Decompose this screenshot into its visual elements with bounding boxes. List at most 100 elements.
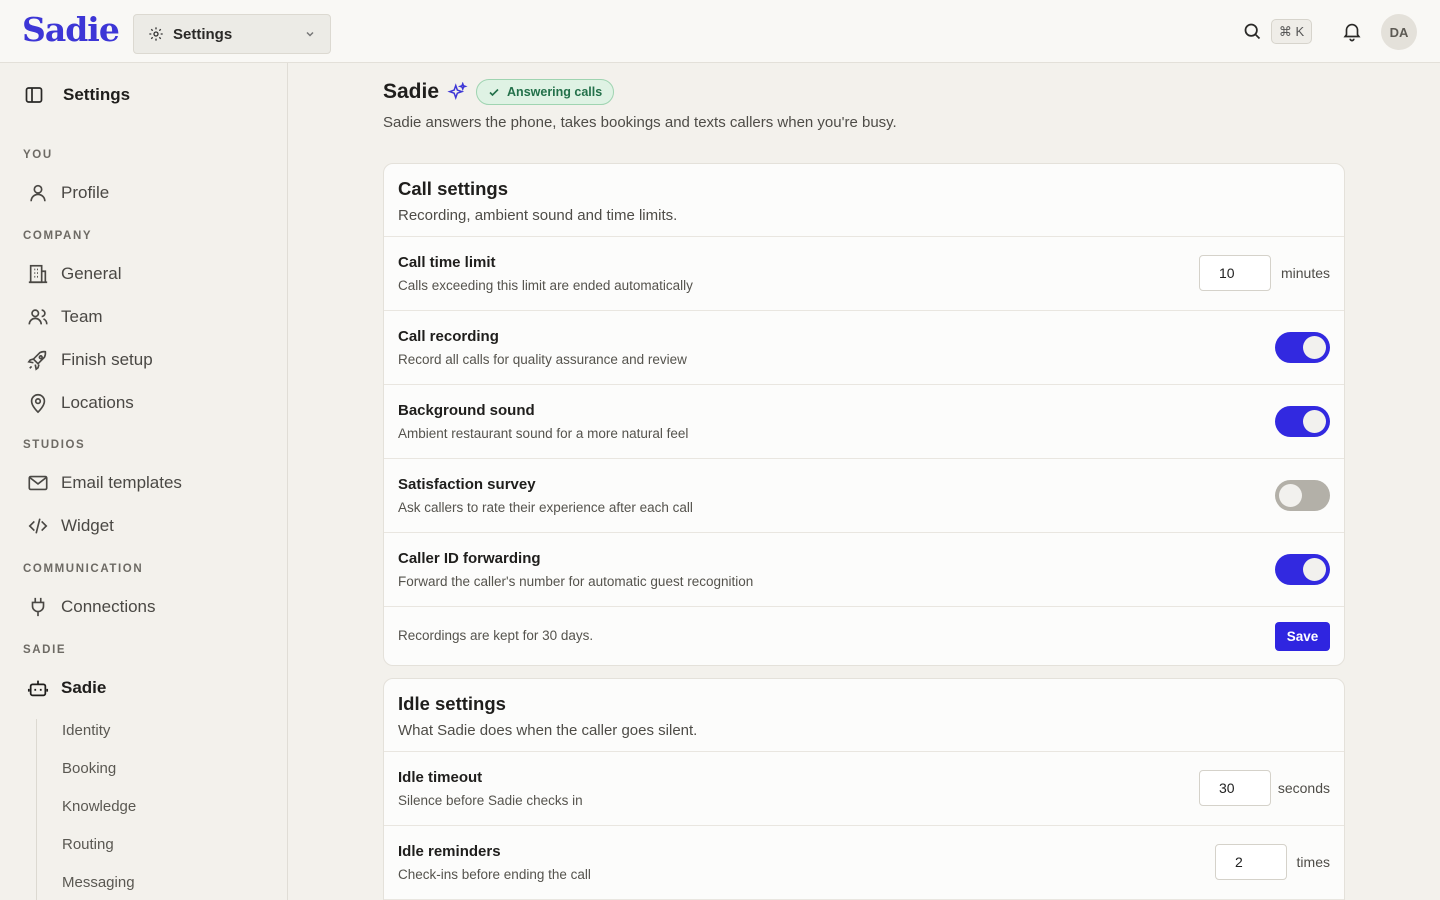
setting-row-call-recording: Call recording Record all calls for qual… xyxy=(384,311,1344,385)
bell-icon[interactable] xyxy=(1341,20,1363,42)
setting-title: Satisfaction survey xyxy=(398,476,536,493)
setting-title: Idle reminders xyxy=(398,843,501,860)
setting-row-caller-id-forwarding: Caller ID forwarding Forward the caller'… xyxy=(384,533,1344,607)
sidebar-item-label: Team xyxy=(61,307,103,326)
sidebar-item-profile[interactable]: Profile xyxy=(27,178,109,208)
setting-description: Record all calls for quality assurance a… xyxy=(398,352,687,367)
unit-label: seconds xyxy=(1277,780,1330,796)
sidebar-item-label: Locations xyxy=(61,393,134,412)
card-header: Idle settings What Sadie does when the c… xyxy=(384,679,1344,752)
card-footer: Recordings are kept for 30 days. Save xyxy=(384,607,1344,665)
section-label-sadie: SADIE xyxy=(23,644,67,656)
subnav-item-routing[interactable]: Routing xyxy=(62,836,114,853)
status-badge-label: Answering calls xyxy=(507,85,603,99)
card-description: Recording, ambient sound and time limits… xyxy=(398,207,678,224)
sidebar-item-label: Finish setup xyxy=(61,350,153,369)
sidebar-item-email-templates[interactable]: Email templates xyxy=(27,468,182,498)
sparkles-icon xyxy=(447,81,468,100)
users-icon xyxy=(28,309,48,325)
card-description: What Sadie does when the caller goes sil… xyxy=(398,722,698,739)
subnav-item-identity[interactable]: Identity xyxy=(62,722,110,739)
sidebar-item-connections[interactable]: Connections xyxy=(27,592,156,622)
setting-row-call-time-limit: Call time limit Calls exceeding this lim… xyxy=(384,237,1344,311)
section-label-communication: COMMUNICATION xyxy=(23,563,144,575)
call-settings-card: Call settings Recording, ambient sound a… xyxy=(383,163,1345,666)
page-subtitle: Sadie answers the phone, takes bookings … xyxy=(383,114,897,131)
mail-icon xyxy=(28,475,48,491)
user-icon xyxy=(30,184,46,202)
sidebar-toggle-icon[interactable] xyxy=(24,85,44,105)
toggle-knob xyxy=(1303,336,1326,359)
settings-dropdown-label: Settings xyxy=(173,25,233,43)
setting-description: Ambient restaurant sound for a more natu… xyxy=(398,426,689,441)
search-icon[interactable] xyxy=(1242,21,1263,42)
setting-description: Ask callers to rate their experience aft… xyxy=(398,500,693,515)
toggle-knob xyxy=(1303,410,1326,433)
rocket-icon xyxy=(27,350,47,371)
sidebar-item-label: Email templates xyxy=(61,473,182,492)
plug-icon xyxy=(31,597,45,617)
gear-icon xyxy=(149,27,163,41)
retention-note: Recordings are kept for 30 days. xyxy=(398,628,594,643)
sidebar-item-finish-setup[interactable]: Finish setup xyxy=(27,345,153,375)
section-label-you: YOU xyxy=(23,149,53,161)
setting-row-idle-reminders: Idle reminders Check-ins before ending t… xyxy=(384,826,1344,900)
toggle-knob xyxy=(1303,558,1326,581)
search-shortcut-hint: ⌘ K xyxy=(1271,19,1312,44)
sidebar-item-label: Sadie xyxy=(61,678,107,697)
sidebar-title: Settings xyxy=(63,85,131,104)
code-icon xyxy=(28,518,48,534)
user-avatar[interactable]: DA xyxy=(1381,14,1417,50)
setting-description: Silence before Sadie checks in xyxy=(398,793,583,808)
save-button[interactable]: Save xyxy=(1275,622,1330,651)
sidebar-item-widget[interactable]: Widget xyxy=(27,511,114,541)
toggle-knob xyxy=(1279,484,1302,507)
sidebar-item-general[interactable]: General xyxy=(27,259,121,289)
sidebar-item-label: Widget xyxy=(61,516,114,535)
setting-description: Calls exceeding this limit are ended aut… xyxy=(398,278,693,293)
card-header: Call settings Recording, ambient sound a… xyxy=(384,164,1344,237)
setting-title: Call recording xyxy=(398,328,499,345)
settings-dropdown[interactable]: Settings xyxy=(133,14,331,54)
subnav-item-knowledge[interactable]: Knowledge xyxy=(62,798,136,815)
idle-timeout-input[interactable]: 30 xyxy=(1199,770,1271,806)
call-time-limit-input[interactable]: 10 xyxy=(1199,255,1271,291)
app-logo[interactable]: Sadie xyxy=(22,10,120,49)
subnav-item-messaging[interactable]: Messaging xyxy=(62,874,135,891)
status-badge: Answering calls xyxy=(476,79,615,105)
setting-row-satisfaction-survey: Satisfaction survey Ask callers to rate … xyxy=(384,459,1344,533)
setting-description: Forward the caller's number for automati… xyxy=(398,574,754,589)
idle-reminders-input[interactable]: 2 xyxy=(1215,844,1287,880)
subnav-item-booking[interactable]: Booking xyxy=(62,760,116,777)
sidebar-item-label: Profile xyxy=(61,183,110,202)
unit-label: times xyxy=(1296,854,1330,870)
setting-row-idle-timeout: Idle timeout Silence before Sadie checks… xyxy=(384,752,1344,826)
map-pin-icon xyxy=(30,393,46,414)
building-icon xyxy=(28,264,48,284)
section-label-studios: STUDIOS xyxy=(23,439,86,451)
setting-title: Idle timeout xyxy=(398,769,483,786)
caller-id-forwarding-toggle[interactable] xyxy=(1275,554,1330,585)
sidebar-item-locations[interactable]: Locations xyxy=(27,388,134,418)
sidebar-item-team[interactable]: Team xyxy=(27,302,103,332)
setting-title: Caller ID forwarding xyxy=(398,550,541,567)
sidebar-header: Settings xyxy=(24,85,130,105)
unit-label: minutes xyxy=(1280,265,1330,281)
sidebar-item-label: General xyxy=(61,264,122,283)
chevron-down-icon xyxy=(306,31,314,37)
idle-settings-card: Idle settings What Sadie does when the c… xyxy=(383,678,1345,900)
top-bar: Sadie Settings ⌘ K DA xyxy=(0,0,1440,63)
sidebar-item-sadie[interactable]: Sadie xyxy=(27,673,106,703)
sidebar-item-label: Connections xyxy=(61,597,156,616)
setting-title: Call time limit xyxy=(398,254,496,271)
bot-icon xyxy=(27,680,49,697)
background-sound-toggle[interactable] xyxy=(1275,406,1330,437)
satisfaction-survey-toggle[interactable] xyxy=(1275,480,1330,511)
setting-title: Background sound xyxy=(398,402,535,419)
card-title: Idle settings xyxy=(398,693,506,714)
section-label-company: COMPANY xyxy=(23,230,93,242)
card-title: Call settings xyxy=(398,178,508,199)
call-recording-toggle[interactable] xyxy=(1275,332,1330,363)
page-title: Sadie xyxy=(383,80,440,103)
subnav-rail xyxy=(36,719,37,900)
